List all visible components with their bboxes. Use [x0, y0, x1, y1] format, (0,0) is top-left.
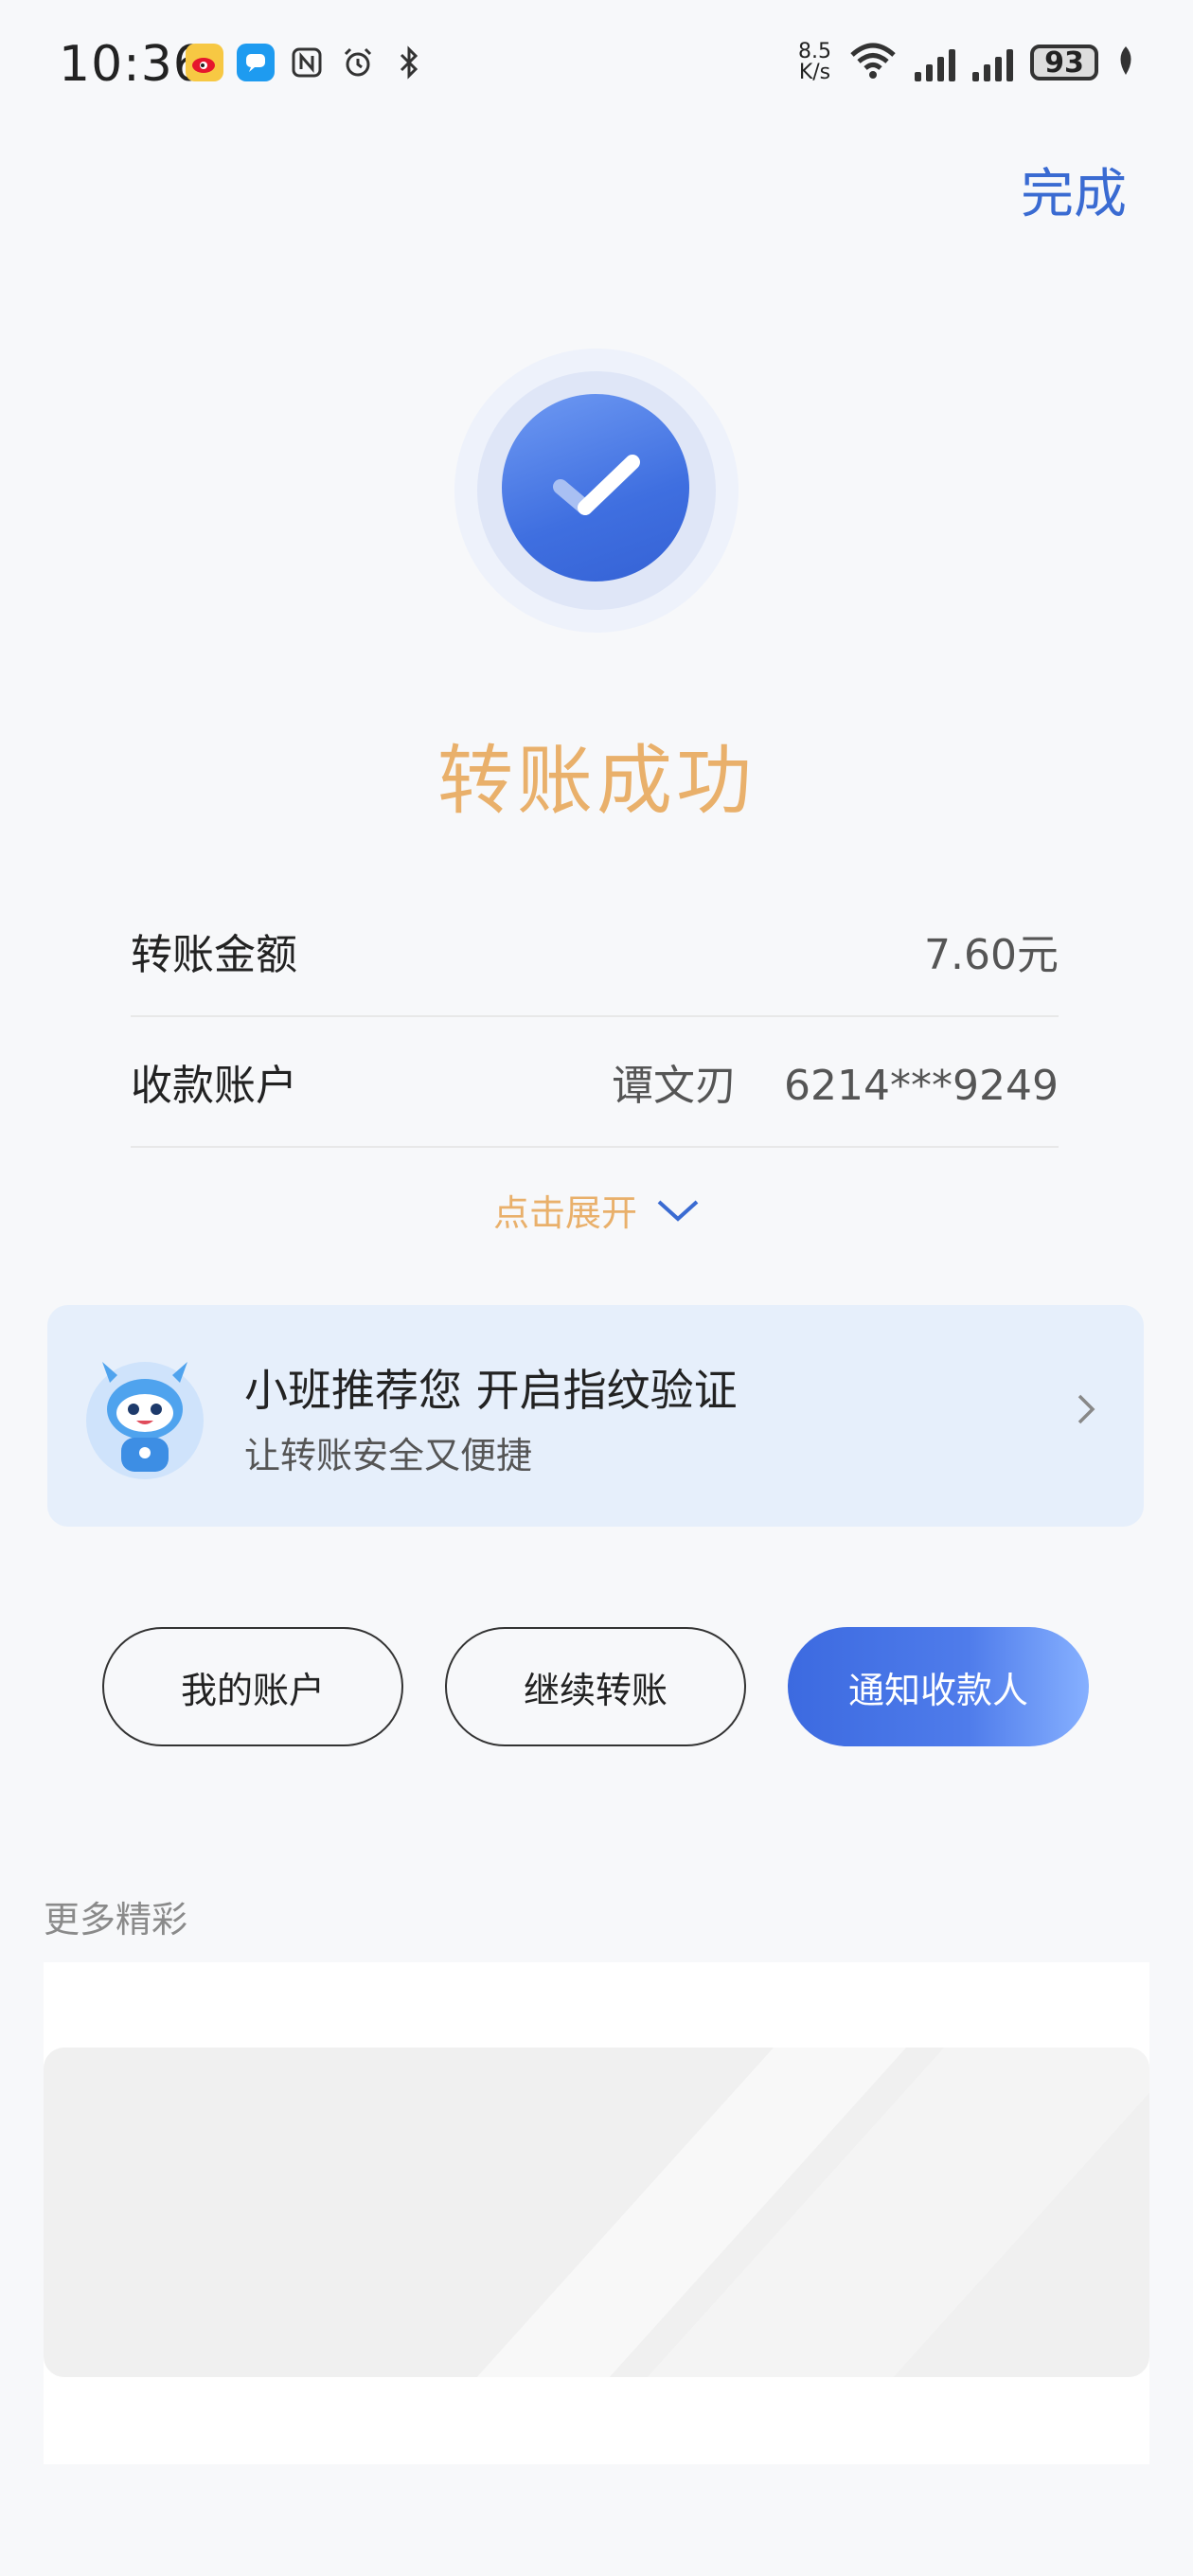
leaf-icon: [1115, 45, 1136, 80]
net-speed-unit: K/s: [798, 61, 831, 84]
banner-title: 小班推荐您 开启指纹验证: [244, 1365, 738, 1416]
chevron-down-icon: [657, 1200, 699, 1222]
payee-row: 收款账户 谭文刃 6214***9249: [131, 1017, 1059, 1148]
expand-label: 点击展开: [492, 1192, 637, 1234]
amount-row: 转账金额 7.60元: [131, 886, 1059, 1017]
success-check-icon: [502, 394, 689, 581]
nfc-icon: [288, 44, 326, 81]
payee-value: 谭文刃 6214***9249: [612, 1051, 1059, 1112]
promo-banner-placeholder[interactable]: [44, 2048, 1149, 2377]
mascot-avatar: [81, 1354, 208, 1485]
expand-toggle[interactable]: 点击展开: [0, 1184, 1193, 1236]
notification-icons: [186, 44, 428, 81]
status-bar: 10:36 8.5 K/s 93: [0, 0, 1193, 133]
weibo-icon: [186, 44, 223, 81]
wifi-icon: [848, 42, 898, 83]
signal-icon: [915, 44, 955, 81]
alarm-icon: [339, 44, 377, 81]
payee-account: 6214***9249: [784, 1062, 1059, 1110]
payee-label: 收款账户: [131, 1062, 297, 1110]
net-speed: 8.5 K/s: [798, 42, 831, 83]
payee-name: 谭文刃: [612, 1062, 738, 1110]
amount-label: 转账金额: [131, 931, 297, 979]
success-title: 转账成功: [437, 737, 756, 825]
more-section-title: 更多精彩: [44, 1899, 188, 1941]
banner-subtitle: 让转账安全又便捷: [244, 1435, 533, 1476]
bluetooth-icon: [390, 44, 428, 81]
done-button[interactable]: 完成: [1021, 152, 1127, 228]
notify-payee-button[interactable]: 通知收款人: [788, 1627, 1089, 1746]
battery-icon: 93: [1030, 45, 1098, 80]
clock: 10:36: [59, 36, 205, 93]
system-icons: 8.5 K/s 93: [798, 42, 1136, 83]
net-speed-value: 8.5: [798, 40, 831, 63]
signal-icon: [972, 44, 1013, 81]
continue-transfer-button[interactable]: 继续转账: [445, 1627, 746, 1746]
amount-value: 7.60元: [924, 931, 1059, 979]
message-icon: [237, 44, 275, 81]
my-account-button[interactable]: 我的账户: [102, 1627, 403, 1746]
chevron-right-icon: [1076, 1392, 1096, 1430]
